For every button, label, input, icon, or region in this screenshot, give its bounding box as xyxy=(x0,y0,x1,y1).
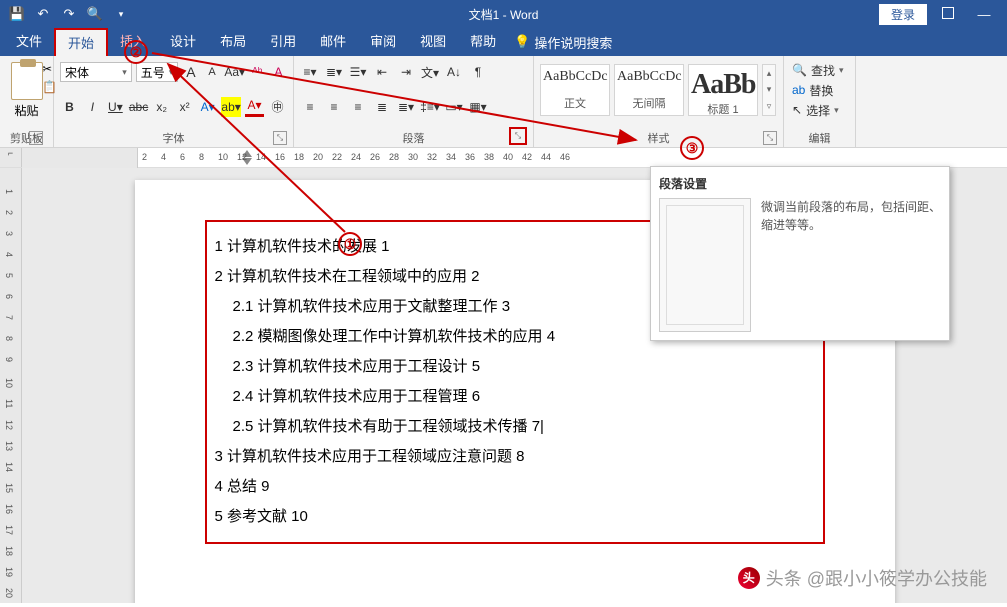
font-color-icon[interactable]: A▾ xyxy=(245,97,264,117)
save-icon[interactable]: 💾 xyxy=(10,7,24,21)
tab-help[interactable]: 帮助 xyxy=(458,28,508,56)
minimize-button[interactable]: — xyxy=(969,7,999,22)
style-normal[interactable]: AaBbCcDc正文 xyxy=(540,64,610,116)
tell-me[interactable]: 💡操作说明搜索 xyxy=(514,33,612,52)
styles-more-icon[interactable]: ▴▾▿ xyxy=(762,64,776,116)
enclose-char-icon[interactable]: ㊥ xyxy=(268,97,287,117)
show-marks-icon[interactable]: ¶ xyxy=(468,62,488,82)
pointer-icon: ↖ xyxy=(792,103,802,117)
tab-file[interactable]: 文件 xyxy=(4,28,54,56)
document-title: 文档1 - Word xyxy=(469,6,539,23)
styles-launcher[interactable]: ⤡ xyxy=(763,131,777,145)
text-effects-icon[interactable]: A▾ xyxy=(198,97,217,117)
annotation-step3: ③ xyxy=(680,136,704,160)
paragraph-settings-tooltip: 段落设置 微调当前段落的布局，包括间距、缩进等等。 xyxy=(650,166,950,341)
font-launcher[interactable]: ⤡ xyxy=(273,131,287,145)
change-case-icon[interactable]: Aa▾ xyxy=(225,62,245,82)
login-button[interactable]: 登录 xyxy=(879,4,927,25)
group-editing: 🔍查找▾ ab替换 ↖选择▾ 编辑 xyxy=(784,56,856,147)
bulb-icon: 💡 xyxy=(514,34,530,50)
shading-icon[interactable]: ▭▾ xyxy=(444,97,464,117)
toc-line[interactable]: 4 总结 9 xyxy=(215,472,815,502)
tab-design[interactable]: 设计 xyxy=(158,28,208,56)
watermark: 头 头条 @跟小小筱学办公技能 xyxy=(738,565,987,591)
qat-dropdown-icon[interactable]: ▾ xyxy=(114,7,128,21)
distribute-icon[interactable]: ≣▾ xyxy=(396,97,416,117)
select-button[interactable]: ↖选择▾ xyxy=(790,100,849,120)
toc-line[interactable]: 2.4 计算机软件技术应用于工程管理 6 xyxy=(215,382,815,412)
tooltip-title: 段落设置 xyxy=(659,175,941,192)
title-bar: 💾 ↶ ↷ 🔍 ▾ 文档1 - Word 登录 — xyxy=(0,0,1007,28)
group-clipboard: ✂ 📋 粘贴 剪贴板⤡ xyxy=(0,56,54,147)
tab-mailings[interactable]: 邮件 xyxy=(308,28,358,56)
strike-button[interactable]: abc xyxy=(129,97,148,117)
highlight-icon[interactable]: ab▾ xyxy=(221,97,241,117)
quick-access-toolbar: 💾 ↶ ↷ 🔍 ▾ xyxy=(0,7,138,21)
replace-button[interactable]: ab替换 xyxy=(790,80,849,100)
ribbon-body: ✂ 📋 粘贴 剪贴板⤡ 宋体▾ 五号▾ A A Aa▾ ᴬᵇ A B I U▾ … xyxy=(0,56,1007,148)
asian-layout-icon[interactable]: 文▾ xyxy=(420,62,440,82)
line-spacing-icon[interactable]: ‡≡▾ xyxy=(420,97,440,117)
tab-references[interactable]: 引用 xyxy=(258,28,308,56)
tab-view[interactable]: 视图 xyxy=(408,28,458,56)
numbering-icon[interactable]: ≣▾ xyxy=(324,62,344,82)
increase-indent-icon[interactable]: ⇥ xyxy=(396,62,416,82)
toc-line[interactable]: 3 计算机软件技术应用于工程领域应注意问题 8 xyxy=(215,442,815,472)
justify-icon[interactable]: ≣ xyxy=(372,97,392,117)
subscript-button[interactable]: x₂ xyxy=(152,97,171,117)
italic-button[interactable]: I xyxy=(83,97,102,117)
annotation-step2: ② xyxy=(124,40,148,64)
phonetic-guide-icon[interactable]: ᴬᵇ xyxy=(249,62,266,82)
clipboard-launcher[interactable]: ⤡ xyxy=(29,131,43,145)
shrink-font-icon[interactable]: A xyxy=(204,62,221,82)
ruler-horizontal[interactable]: ⌐ 24681012141618202224262830323436384042… xyxy=(0,148,1007,168)
toc-line[interactable]: 2.3 计算机软件技术应用于工程设计 5 xyxy=(215,352,815,382)
superscript-button[interactable]: x² xyxy=(175,97,194,117)
sort-icon[interactable]: A↓ xyxy=(444,62,464,82)
redo-icon[interactable]: ↷ xyxy=(62,7,76,21)
replace-icon: ab xyxy=(792,83,805,97)
toc-line[interactable]: 2.5 计算机软件技术有助于工程领域技术传播 7 xyxy=(215,412,815,442)
tab-review[interactable]: 审阅 xyxy=(358,28,408,56)
tab-layout[interactable]: 布局 xyxy=(208,28,258,56)
align-right-icon[interactable]: ≡ xyxy=(348,97,368,117)
tab-home[interactable]: 开始 xyxy=(54,28,108,56)
align-center-icon[interactable]: ≡ xyxy=(324,97,344,117)
ruler-corner[interactable]: ⌐ xyxy=(0,148,22,167)
ribbon-tabs: 文件 开始 插入 设计 布局 引用 邮件 审阅 视图 帮助 💡操作说明搜索 xyxy=(0,28,1007,56)
font-size-combo[interactable]: 五号▾ xyxy=(136,62,179,82)
search-icon: 🔍 xyxy=(792,63,807,77)
font-family-combo[interactable]: 宋体▾ xyxy=(60,62,132,82)
copy-icon[interactable]: 📋 xyxy=(42,80,58,96)
tooltip-preview-image xyxy=(659,198,751,332)
cut-icon[interactable]: ✂ xyxy=(42,62,58,78)
ribbon-options-icon[interactable] xyxy=(933,7,963,22)
clear-format-icon[interactable]: A xyxy=(270,62,287,82)
bold-button[interactable]: B xyxy=(60,97,79,117)
underline-button[interactable]: U▾ xyxy=(106,97,125,117)
group-styles: AaBbCcDc正文 AaBbCcDc无间隔 AaBb标题 1 ▴▾▿ 样式⤡ xyxy=(534,56,784,147)
find-button[interactable]: 🔍查找▾ xyxy=(790,60,849,80)
bullets-icon[interactable]: ≡▾ xyxy=(300,62,320,82)
annotation-step1: ① xyxy=(338,232,362,256)
watermark-logo-icon: 头 xyxy=(738,567,760,589)
preview-icon[interactable]: 🔍 xyxy=(88,7,102,21)
decrease-indent-icon[interactable]: ⇤ xyxy=(372,62,392,82)
borders-icon[interactable]: ▦▾ xyxy=(468,97,488,117)
align-left-icon[interactable]: ≡ xyxy=(300,97,320,117)
grow-font-icon[interactable]: A xyxy=(182,62,199,82)
paste-button[interactable]: 粘贴 xyxy=(14,102,38,119)
paste-icon[interactable] xyxy=(11,62,43,100)
paragraph-launcher[interactable]: ⤡ xyxy=(509,127,527,145)
group-font: 宋体▾ 五号▾ A A Aa▾ ᴬᵇ A B I U▾ abc x₂ x² A▾… xyxy=(54,56,294,147)
ruler-vertical[interactable]: 1234567891011121314151617181920 xyxy=(0,168,22,603)
group-paragraph: ≡▾ ≣▾ ☰▾ ⇤ ⇥ 文▾ A↓ ¶ ≡ ≡ ≡ ≣ ≣▾ ‡≡▾ ▭▾ ▦… xyxy=(294,56,534,147)
undo-icon[interactable]: ↶ xyxy=(36,7,50,21)
toc-line[interactable]: 5 参考文献 10 xyxy=(215,502,815,532)
style-heading1[interactable]: AaBb标题 1 xyxy=(688,64,758,116)
style-no-spacing[interactable]: AaBbCcDc无间隔 xyxy=(614,64,684,116)
multilevel-icon[interactable]: ☰▾ xyxy=(348,62,368,82)
tooltip-description: 微调当前段落的布局，包括间距、缩进等等。 xyxy=(761,198,941,332)
